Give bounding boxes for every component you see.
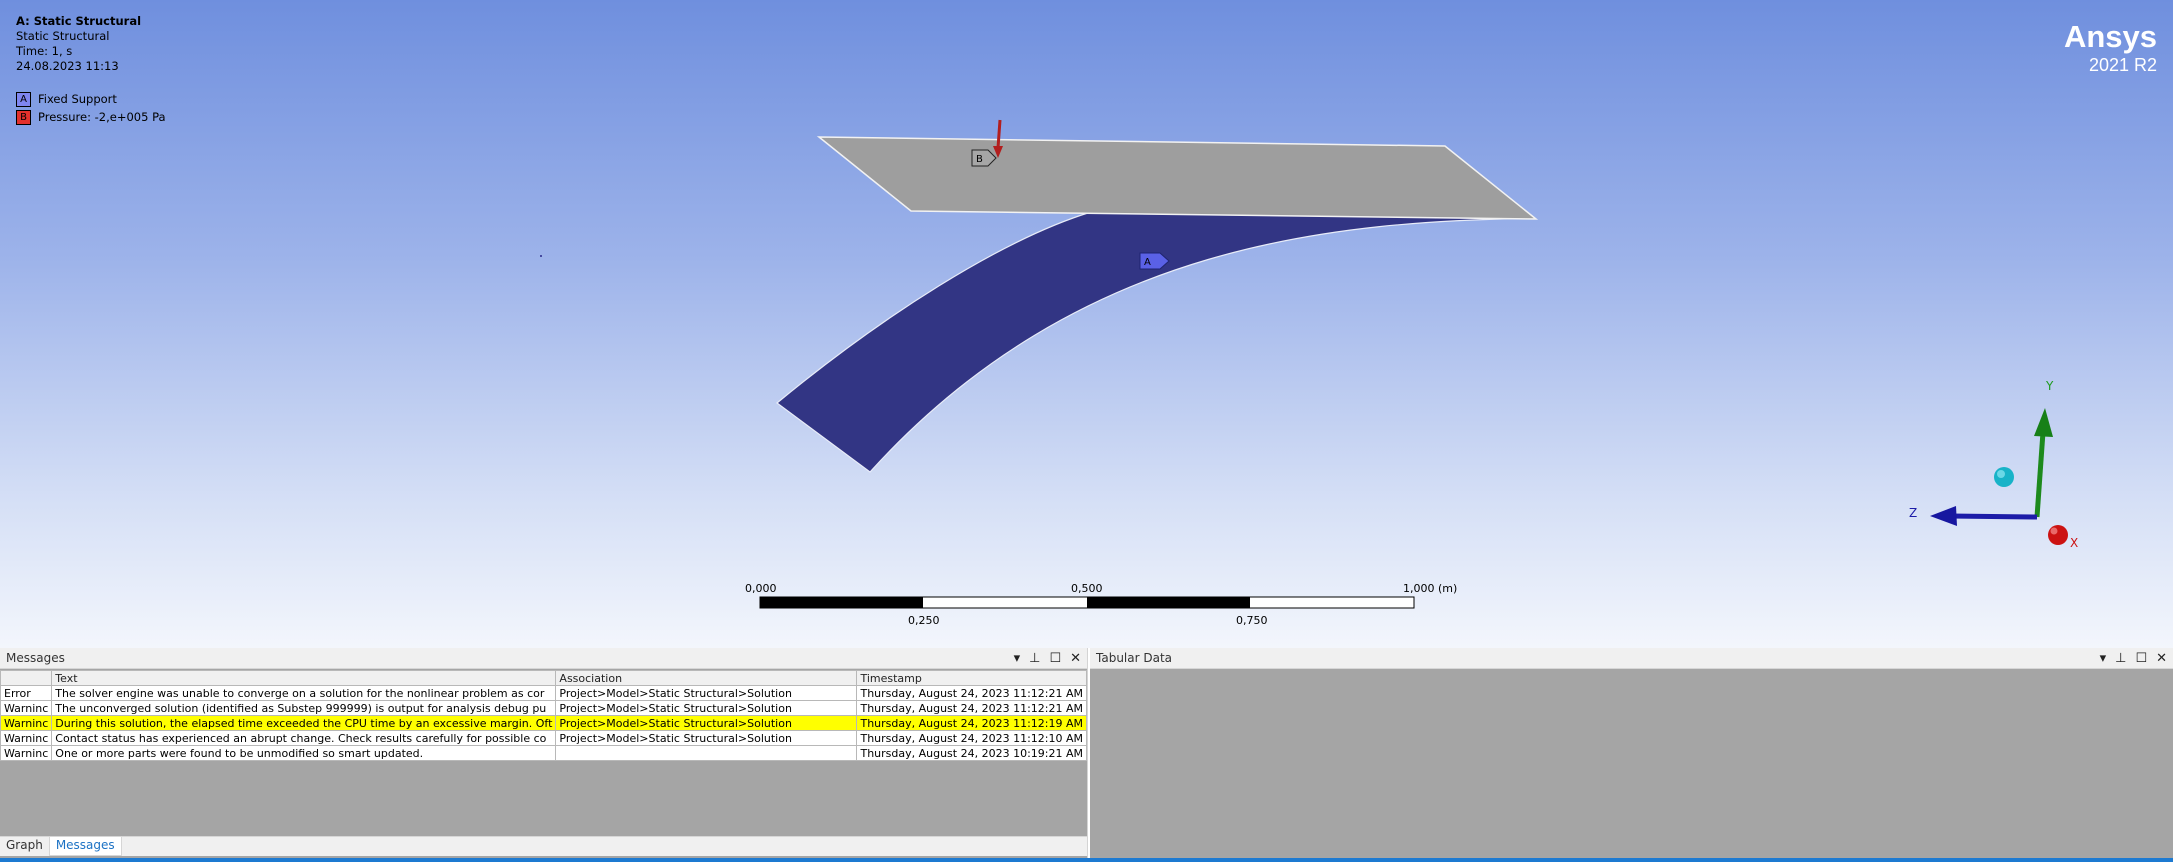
triad-iso-sphere bbox=[1994, 467, 2014, 487]
message-timestamp: Thursday, August 24, 2023 11:12:21 AM bbox=[856, 685, 1087, 701]
triad-z-label: Z bbox=[1909, 506, 1917, 520]
message-type: Warninc bbox=[0, 730, 53, 746]
message-association: Project>Model>Static Structural>Solution bbox=[555, 715, 858, 731]
table-row-selected[interactable]: Warninc During this solution, the elapse… bbox=[0, 715, 1087, 731]
message-text: The solver engine was unable to converge… bbox=[51, 685, 557, 701]
close-icon[interactable]: ✕ bbox=[1070, 651, 1081, 666]
legend-label-pressure: Pressure: -2,e+005 Pa bbox=[38, 110, 166, 124]
legend-item-pressure[interactable]: B Pressure: -2,e+005 Pa bbox=[16, 108, 166, 126]
column-header-text[interactable]: Text bbox=[51, 670, 557, 686]
model-scene[interactable]: B A Y Z X bbox=[0, 0, 2173, 648]
column-header-type[interactable] bbox=[0, 670, 53, 686]
analysis-time: Time: 1, s bbox=[16, 44, 73, 58]
messages-pane-header: Messages ▾ ⊥ ☐ ✕ bbox=[0, 648, 1087, 669]
analysis-title: A: Static Structural bbox=[16, 14, 142, 28]
marker-a-label: A bbox=[1144, 257, 1151, 268]
tab-graph[interactable]: Graph bbox=[0, 837, 49, 856]
scale-bar bbox=[759, 596, 1415, 609]
scale-label-0: 0,000 bbox=[745, 582, 777, 595]
dropdown-icon[interactable]: ▾ bbox=[1014, 651, 1021, 666]
message-text: Contact status has experienced an abrupt… bbox=[51, 730, 557, 746]
message-text: One or more parts were found to be unmod… bbox=[51, 745, 557, 761]
message-timestamp: Thursday, August 24, 2023 11:12:10 AM bbox=[856, 730, 1087, 746]
triad-y-label: Y bbox=[2045, 379, 2054, 393]
message-type: Warninc bbox=[0, 715, 53, 731]
message-association: Project>Model>Static Structural>Solution bbox=[555, 685, 858, 701]
tab-messages[interactable]: Messages bbox=[48, 837, 122, 856]
message-type: Warninc bbox=[0, 745, 53, 761]
graphics-viewport[interactable]: B A Y Z X 0,000 0,500 1,000 (m) 0,250 0,… bbox=[0, 0, 2173, 648]
x-axis-ball-icon bbox=[2048, 525, 2068, 545]
tabular-pane-header: Tabular Data ▾ ⊥ ☐ ✕ bbox=[1090, 648, 2173, 669]
message-text: The unconverged solution (identified as … bbox=[51, 700, 557, 716]
messages-pane-title: Messages bbox=[6, 651, 65, 665]
flat-plate-body[interactable] bbox=[816, 136, 1539, 220]
message-type: Warninc bbox=[0, 700, 53, 716]
pin-icon[interactable]: ⊥ bbox=[2115, 651, 2126, 666]
legend-key-a: A bbox=[16, 91, 31, 107]
scale-label-1000: 1,000 (m) bbox=[1403, 582, 1458, 595]
message-timestamp: Thursday, August 24, 2023 10:19:21 AM bbox=[856, 745, 1087, 761]
close-icon[interactable]: ✕ bbox=[2156, 651, 2167, 666]
message-timestamp: Thursday, August 24, 2023 11:12:19 AM bbox=[856, 715, 1087, 731]
brand-name: Ansys bbox=[2063, 19, 2157, 54]
message-association: Project>Model>Static Structural>Solution bbox=[555, 730, 858, 746]
tabular-data-pane: Tabular Data ▾ ⊥ ☐ ✕ bbox=[1090, 648, 2173, 858]
coordinate-triad[interactable]: Y Z X bbox=[1909, 379, 2078, 550]
message-association: Project>Model>Static Structural>Solution bbox=[555, 700, 858, 716]
brand-version: 2021 R2 bbox=[2088, 55, 2157, 75]
bottom-tab-strip: Graph Messages bbox=[0, 836, 1087, 856]
stray-point bbox=[540, 255, 542, 257]
maximize-icon[interactable]: ☐ bbox=[1049, 651, 1061, 666]
message-text: During this solution, the elapsed time e… bbox=[51, 715, 557, 731]
message-association bbox=[555, 745, 858, 761]
table-row[interactable]: Warninc Contact status has experienced a… bbox=[0, 730, 1087, 746]
analysis-date: 24.08.2023 11:13 bbox=[16, 59, 119, 73]
marker-b-label: B bbox=[976, 154, 983, 165]
legend-item-fixed-support[interactable]: A Fixed Support bbox=[16, 90, 166, 108]
messages-pane: Messages ▾ ⊥ ☐ ✕ Text Association Timest… bbox=[0, 648, 1088, 858]
column-header-timestamp[interactable]: Timestamp bbox=[856, 670, 1087, 686]
analysis-subtitle: Static Structural bbox=[16, 29, 110, 43]
analysis-info: A: Static Structural Static Structural T… bbox=[16, 14, 141, 74]
maximize-icon[interactable]: ☐ bbox=[2135, 651, 2147, 666]
legend-key-b: B bbox=[16, 109, 31, 125]
table-header-row: Text Association Timestamp bbox=[0, 670, 1087, 686]
scale-label-500: 0,500 bbox=[1071, 582, 1103, 595]
scale-label-750: 0,750 bbox=[1236, 614, 1268, 627]
status-bar bbox=[0, 858, 2173, 862]
table-row[interactable]: Warninc One or more parts were found to … bbox=[0, 745, 1087, 761]
column-header-association[interactable]: Association bbox=[555, 670, 858, 686]
ansys-logo: Ansys 2021 R2 bbox=[2064, 20, 2157, 76]
y-axis-arrow-icon bbox=[2034, 408, 2053, 437]
table-row[interactable]: Warninc The unconverged solution (identi… bbox=[0, 700, 1087, 716]
scale-label-250: 0,250 bbox=[908, 614, 940, 627]
triad-x-label: X bbox=[2070, 536, 2078, 550]
z-axis-arrow-icon bbox=[1930, 506, 1957, 526]
message-type: Error bbox=[0, 685, 53, 701]
table-row[interactable]: Error The solver engine was unable to co… bbox=[0, 685, 1087, 701]
boundary-legend: A Fixed Support B Pressure: -2,e+005 Pa bbox=[16, 90, 166, 126]
dropdown-icon[interactable]: ▾ bbox=[2100, 651, 2107, 666]
message-timestamp: Thursday, August 24, 2023 11:12:21 AM bbox=[856, 700, 1087, 716]
messages-table: Text Association Timestamp Error The sol… bbox=[0, 670, 1087, 761]
tabular-pane-title: Tabular Data bbox=[1096, 651, 1173, 665]
curved-shell-body[interactable] bbox=[776, 211, 1536, 473]
legend-label-fixed-support: Fixed Support bbox=[38, 92, 117, 106]
pin-icon[interactable]: ⊥ bbox=[1029, 651, 1040, 666]
